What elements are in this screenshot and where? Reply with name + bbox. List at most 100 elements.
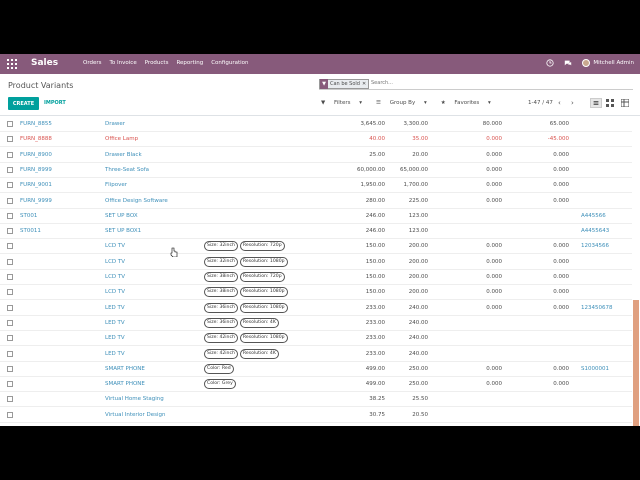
chevron-right-icon[interactable]: › xyxy=(571,99,574,107)
row-checkbox[interactable] xyxy=(7,151,13,158)
row-checkbox[interactable] xyxy=(7,335,13,342)
row-checkbox[interactable] xyxy=(7,411,13,418)
chevron-left-icon[interactable]: ‹ xyxy=(558,99,561,107)
cost: 250.00 xyxy=(408,365,428,372)
product-name: LCD TV xyxy=(105,258,126,265)
sales-price: 499.00 xyxy=(365,381,385,388)
table-row[interactable]: SMART PHONE Color: Grey 499.00 250.00 0.000 0… xyxy=(0,377,632,393)
table-row[interactable]: ST001 SET UP BOX 246.00 123.00 A445566 xyxy=(0,209,632,224)
import-button[interactable]: IMPORT xyxy=(44,100,66,106)
row-checkbox[interactable] xyxy=(7,166,13,173)
internal-reference: FURN_9999 xyxy=(20,197,52,204)
user-avatar[interactable] xyxy=(582,59,591,67)
pivot-view-icon[interactable] xyxy=(621,99,629,107)
sales-price: 3,645.00 xyxy=(360,121,386,127)
row-checkbox[interactable] xyxy=(7,243,13,250)
menu-item-reporting[interactable]: Reporting xyxy=(176,60,203,66)
table-row[interactable]: FURN_8855 Drawer 3,645.00 3,300.00 80.000 65.… xyxy=(0,117,632,132)
table-row[interactable]: Virtual Interior Design 30.75 20.50 xyxy=(0,408,632,423)
product-name: Drawer xyxy=(105,121,126,127)
row-checkbox[interactable] xyxy=(7,274,13,280)
sales-price: 233.00 xyxy=(365,319,385,326)
row-checkbox[interactable] xyxy=(7,289,13,296)
row-checkbox[interactable] xyxy=(7,319,13,326)
sales-price: 499.00 xyxy=(365,365,385,372)
table-row[interactable]: LCD TV Size: 32inch Resolution: 1080p 150.0… xyxy=(0,255,632,270)
filters-dropdown[interactable]: ▼ Filters ▾ xyxy=(321,100,369,106)
groupby-dropdown[interactable]: ☰ Group By ▾ xyxy=(376,100,434,106)
variant-values: Size: 38inch Resolution: 1080p xyxy=(204,287,290,298)
table-row[interactable]: FURN_9001 Flipover 1,950.00 1,700.00 0.000 0.… xyxy=(0,178,632,194)
row-checkbox[interactable] xyxy=(7,182,13,189)
menu-item-products[interactable]: Products xyxy=(145,60,169,66)
row-checkbox[interactable] xyxy=(7,396,13,403)
quantity-on-hand: 0.000 xyxy=(486,243,502,250)
table-row[interactable]: LED TV Size: 42inch Resolution: 1080p 233.0… xyxy=(0,331,632,347)
internal-reference: FURN_8855 xyxy=(20,121,52,127)
variant-values: Size: 42inch Resolution: 1080p xyxy=(204,333,290,344)
table-row[interactable]: LCD TV Size: 32inch Resolution: 720p 150.00… xyxy=(0,239,632,255)
menu-item-configuration[interactable]: Configuration xyxy=(211,60,248,66)
table-row[interactable]: LED TV Size: 42inch Resolution: 4K 233.00 24… xyxy=(0,347,632,362)
sales-price: 280.00 xyxy=(365,197,385,204)
sales-price: 246.00 xyxy=(365,212,385,219)
table-row[interactable]: FURN_8888 Office Lamp 40.00 35.00 0.000 -45.0… xyxy=(0,132,632,148)
forecasted-quantity: 0.000 xyxy=(553,381,569,388)
breadcrumb: Product Variants xyxy=(8,81,74,90)
row-checkbox[interactable] xyxy=(7,381,13,388)
quantity-on-hand: 0.000 xyxy=(486,304,502,311)
variant-values: Size: 42inch Resolution: 4K xyxy=(204,348,281,359)
kanban-view-icon[interactable] xyxy=(606,99,614,107)
cost: 25.50 xyxy=(412,396,428,403)
row-checkbox[interactable] xyxy=(7,350,13,357)
sales-price: 150.00 xyxy=(365,243,385,250)
table-row[interactable]: FURN_9999 Office Design Software 280.00 225… xyxy=(0,194,632,209)
product-name: Virtual Home Staging xyxy=(105,396,164,403)
table-row[interactable]: ST0011 SET UP BOX1 246.00 123.00 A4455643 xyxy=(0,224,632,240)
table-row[interactable]: LCD TV Size: 38inch Resolution: 1080p 150.0… xyxy=(0,285,632,301)
cost: 123.00 xyxy=(408,212,428,219)
row-checkbox[interactable] xyxy=(7,121,13,127)
chat-icon[interactable] xyxy=(564,59,572,67)
clock-icon[interactable] xyxy=(546,59,554,67)
filter-icon: ▼ xyxy=(320,79,328,89)
row-checkbox[interactable] xyxy=(7,304,13,311)
search-options: ▼ Filters ▾ ☰ Group By ▾ ★ Favorites ▾ xyxy=(321,100,505,106)
table-row[interactable]: LED TV Size: 36inch Resolution: 1080p 233.0… xyxy=(0,301,632,316)
row-checkbox[interactable] xyxy=(7,136,13,143)
variant-values: Size: 32inch Resolution: 1080p xyxy=(204,256,290,267)
pager-value[interactable]: 1-47 / 47 xyxy=(528,100,553,106)
cost: 35.00 xyxy=(412,136,428,143)
app-name[interactable]: Sales xyxy=(31,58,58,68)
table-row[interactable]: FURN_8999 Three-Seat Sofa 60,000.00 65,000.… xyxy=(0,163,632,178)
list-view-icon[interactable] xyxy=(590,98,602,108)
table-row[interactable]: LED TV Size: 36inch Resolution: 4K 233.00 24… xyxy=(0,316,632,331)
favorites-label: Favorites xyxy=(454,100,480,106)
search-input[interactable] xyxy=(371,80,621,86)
table-row[interactable]: LCD TV Size: 38inch Resolution: 720p 150.00… xyxy=(0,270,632,285)
close-icon[interactable]: ✕ xyxy=(362,81,368,87)
menu-item-to-invoice[interactable]: To Invoice xyxy=(110,60,137,66)
table-row[interactable]: Virtual Home Staging 38.25 25.50 xyxy=(0,392,632,408)
apps-grid-icon[interactable] xyxy=(7,59,17,69)
row-checkbox[interactable] xyxy=(7,212,13,219)
quantity-on-hand: 0.000 xyxy=(486,381,502,388)
row-checkbox[interactable] xyxy=(7,365,13,372)
row-checkbox[interactable] xyxy=(7,197,13,204)
attribute-tag: Resolution: 1080p xyxy=(239,302,288,313)
favorites-dropdown[interactable]: ★ Favorites ▾ xyxy=(441,100,498,106)
scrollbar[interactable] xyxy=(633,300,639,426)
user-name[interactable]: Mitchell Admin xyxy=(593,60,634,66)
forecasted-quantity: -45.000 xyxy=(547,136,569,143)
table-row[interactable]: FURN_8900 Drawer Black 25.00 20.00 0.000 0.00… xyxy=(0,148,632,163)
forecasted-quantity: 0.000 xyxy=(553,166,569,173)
attribute-tag: Resolution: 1080p xyxy=(239,287,288,298)
menu-item-orders[interactable]: Orders xyxy=(83,60,102,66)
create-button[interactable]: CREATE xyxy=(8,97,39,110)
cost: 20.00 xyxy=(412,151,428,158)
attribute-tag: Color: Grey xyxy=(204,379,236,390)
row-checkbox[interactable] xyxy=(7,258,13,265)
row-checkbox[interactable] xyxy=(7,228,13,235)
product-name: Office Lamp xyxy=(105,136,139,143)
table-row[interactable]: SMART PHONE Color: Red 499.00 250.00 0.000 0.… xyxy=(0,362,632,377)
